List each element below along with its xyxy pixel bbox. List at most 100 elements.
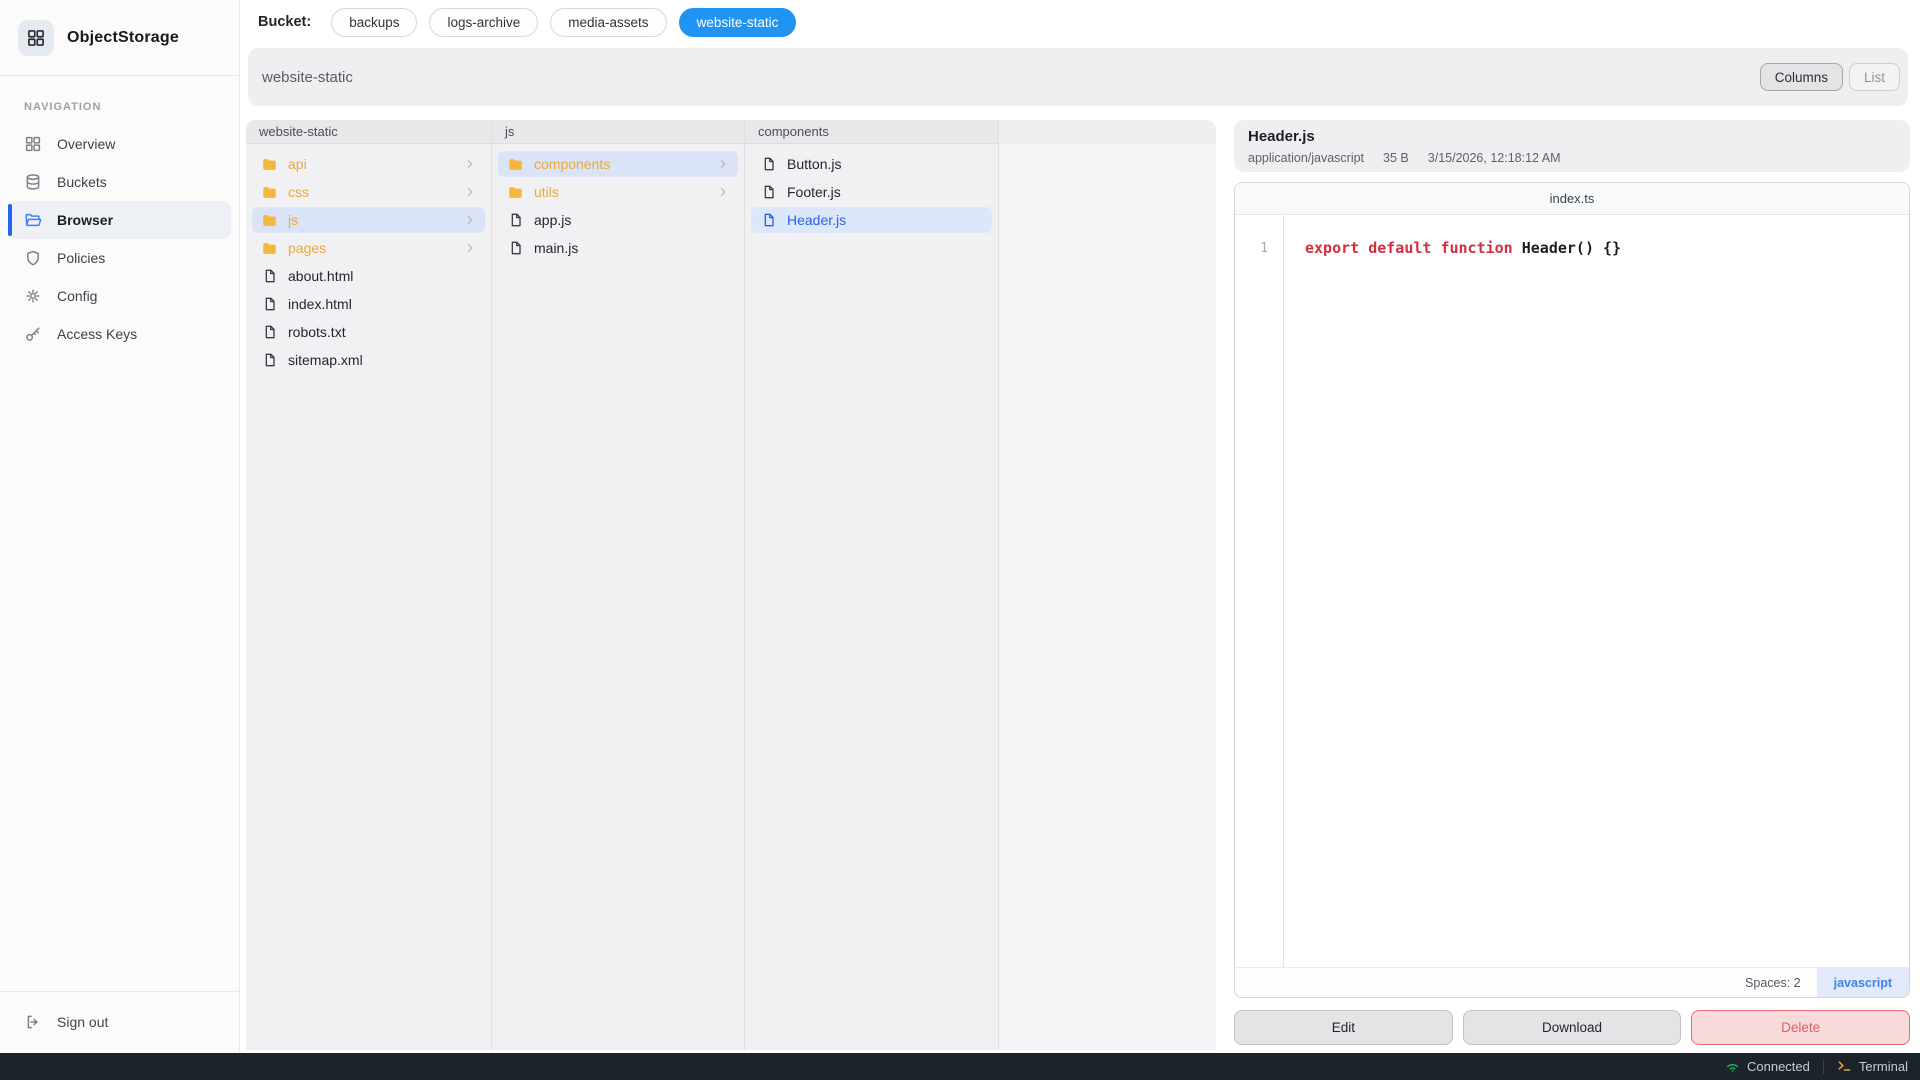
line-number: 1 [1260, 241, 1268, 256]
file-icon [760, 184, 777, 201]
sidebar-section-label: NAVIGATION [0, 76, 239, 125]
folder-icon [261, 212, 278, 229]
folder-icon [507, 184, 524, 201]
sign-out-button[interactable]: Sign out [8, 1003, 231, 1041]
item-name: app.js [534, 212, 571, 228]
editor-spaces-indicator: Spaces: 2 [1745, 976, 1801, 990]
chevron-right-icon [464, 214, 476, 226]
current-bucket-title: website-static [262, 69, 353, 86]
item-name: main.js [534, 240, 578, 256]
object-detail-panel: Header.js application/javascript 35 B 3/… [1234, 120, 1910, 1053]
item-name: css [288, 184, 309, 200]
bucket-pill-media-assets[interactable]: media-assets [550, 8, 666, 37]
folder-row-utils[interactable]: utils [498, 179, 738, 205]
sidebar: ObjectStorage NAVIGATION Overview Bucket… [0, 0, 240, 1053]
item-name: robots.txt [288, 324, 346, 340]
folder-icon [261, 156, 278, 173]
editor-gutter: 1 [1235, 215, 1284, 967]
app-root: ObjectStorage NAVIGATION Overview Bucket… [0, 0, 1920, 1080]
columns-view-button[interactable]: Columns [1760, 63, 1843, 91]
object-actions: Edit Download Delete [1234, 1010, 1910, 1045]
status-bar: Connected Terminal [0, 1053, 1920, 1080]
object-content-type: application/javascript [1248, 151, 1364, 165]
editor-tab-title: index.ts [1235, 183, 1909, 215]
chevron-right-icon [717, 158, 729, 170]
code-keyword-token: export default function [1305, 239, 1522, 257]
shield-icon [23, 248, 43, 268]
browser-column-website-static: website-static api css js pages about.ht… [246, 120, 492, 1050]
item-name: api [288, 156, 307, 172]
file-row-about-html[interactable]: about.html [252, 263, 485, 289]
code-preview: index.ts 1 export default function Heade… [1234, 182, 1910, 998]
bucket-bar: Bucket: backups logs-archive media-assets w… [240, 0, 1920, 44]
item-name: index.html [288, 296, 352, 312]
bucket-pill-backups[interactable]: backups [331, 8, 417, 37]
object-size: 35 B [1383, 151, 1409, 165]
statusbar-divider [1823, 1059, 1824, 1074]
object-detail-header: Header.js application/javascript 35 B 3/… [1234, 120, 1910, 172]
file-row-button-js[interactable]: Button.js [751, 151, 992, 177]
bucket-pills: backups logs-archive media-assets website-s… [331, 8, 796, 37]
sidebar-footer: Sign out [0, 991, 239, 1053]
sidebar-item-label: Buckets [57, 174, 107, 190]
file-row-footer-js[interactable]: Footer.js [751, 179, 992, 205]
sidebar-item-policies[interactable]: Policies [8, 239, 231, 277]
item-name: pages [288, 240, 326, 256]
file-icon [507, 212, 524, 229]
bucket-label: Bucket: [258, 14, 311, 30]
browser-column-components: components Button.js Footer.js Header.js [745, 120, 999, 1050]
file-row-sitemap-xml[interactable]: sitemap.xml [252, 347, 485, 373]
folder-row-api[interactable]: api [252, 151, 485, 177]
folder-icon [507, 156, 524, 173]
gear-icon [23, 286, 43, 306]
view-toggle: Columns List [1760, 63, 1900, 91]
empty-column-header [999, 120, 1216, 144]
file-row-robots-txt[interactable]: robots.txt [252, 319, 485, 345]
column-header: components [745, 120, 998, 144]
sidebar-item-access-keys[interactable]: Access Keys [8, 315, 231, 353]
wifi-icon [1725, 1059, 1740, 1074]
item-name: Header.js [787, 212, 846, 228]
folder-row-js[interactable]: js [252, 207, 485, 233]
app-logo: ObjectStorage [0, 0, 239, 75]
download-button[interactable]: Download [1463, 1010, 1682, 1045]
empty-column [999, 120, 1216, 1050]
sidebar-divider [0, 991, 239, 992]
sign-out-icon [23, 1012, 43, 1032]
file-row-app-js[interactable]: app.js [498, 207, 738, 233]
sidebar-item-buckets[interactable]: Buckets [8, 163, 231, 201]
list-view-button[interactable]: List [1849, 63, 1900, 91]
sidebar-item-label: Policies [57, 250, 105, 266]
chevron-right-icon [464, 186, 476, 198]
sidebar-nav: Overview Buckets Browser Policies Config… [0, 125, 239, 353]
folder-row-css[interactable]: css [252, 179, 485, 205]
object-name: Header.js [1248, 128, 1896, 145]
app-title: ObjectStorage [67, 29, 179, 47]
bucket-pill-logs-archive[interactable]: logs-archive [429, 8, 538, 37]
sidebar-item-label: Browser [57, 212, 113, 228]
item-name: components [534, 156, 610, 172]
sidebar-item-overview[interactable]: Overview [8, 125, 231, 163]
app-logo-grid-icon [18, 20, 54, 56]
sidebar-item-browser[interactable]: Browser [8, 201, 231, 239]
file-icon [261, 268, 278, 285]
file-row-index-html[interactable]: index.html [252, 291, 485, 317]
connection-status-label: Connected [1747, 1059, 1810, 1074]
edit-button[interactable]: Edit [1234, 1010, 1453, 1045]
terminal-button[interactable]: Terminal [1837, 1059, 1908, 1074]
file-icon [261, 324, 278, 341]
folder-row-components[interactable]: components [498, 151, 738, 177]
bucket-pill-website-static[interactable]: website-static [679, 8, 797, 37]
sidebar-item-config[interactable]: Config [8, 277, 231, 315]
item-name: about.html [288, 268, 353, 284]
code-plain-token: Header() {} [1522, 239, 1621, 257]
folder-row-pages[interactable]: pages [252, 235, 485, 261]
delete-button[interactable]: Delete [1691, 1010, 1910, 1045]
file-row-main-js[interactable]: main.js [498, 235, 738, 261]
terminal-icon [1837, 1059, 1852, 1074]
code-line: export default function Header() {} [1284, 215, 1909, 967]
folder-icon [261, 184, 278, 201]
item-name: Button.js [787, 156, 841, 172]
sidebar-item-label: Access Keys [57, 326, 137, 342]
file-row-header-js[interactable]: Header.js [751, 207, 992, 233]
